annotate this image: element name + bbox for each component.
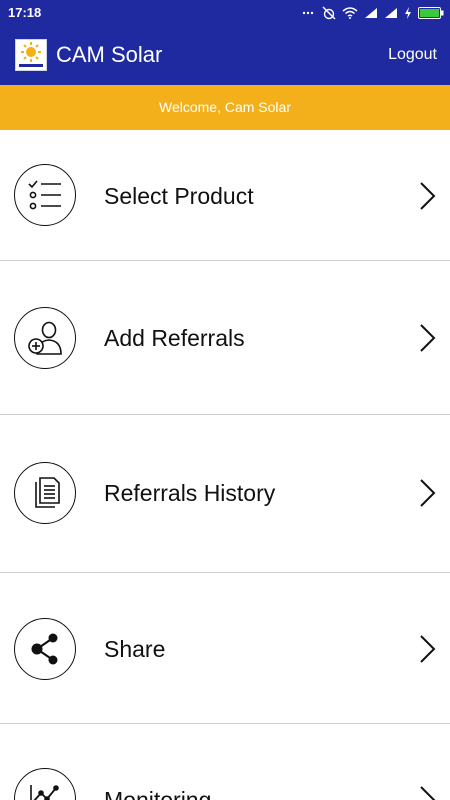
menu-item-label: Share (104, 636, 166, 662)
add-user-icon (14, 307, 76, 369)
battery-icon (418, 6, 444, 19)
menu-item-select-product[interactable]: Select Product (0, 130, 450, 260)
cell-signal-icon (384, 7, 398, 19)
signal-icon (302, 7, 316, 19)
wifi-icon (342, 6, 358, 19)
menu-item-label: Add Referrals (104, 325, 245, 351)
menu-item-label: Select Product (104, 183, 254, 209)
menu-item-referrals-history[interactable]: Referrals History (0, 415, 450, 572)
cam-solar-logo (15, 39, 47, 71)
menu-item-share[interactable]: Share (0, 573, 450, 723)
status-time: 17:18 (8, 5, 42, 20)
share-icon (14, 618, 76, 680)
menu-item-add-referrals[interactable]: Add Referrals (0, 261, 450, 414)
charging-icon (404, 6, 412, 19)
chevron-right-icon (418, 478, 436, 513)
app-title: CAM Solar (56, 42, 163, 67)
logout-button[interactable]: Logout (388, 45, 437, 65)
status-icons (302, 4, 444, 21)
line-chart-icon (14, 768, 76, 800)
chevron-right-icon (418, 181, 436, 216)
checklist-icon (14, 164, 76, 226)
menu-item-label: Referrals History (104, 480, 276, 506)
chevron-right-icon (418, 323, 436, 358)
chevron-right-icon (418, 785, 436, 800)
menu-item-monitoring[interactable]: Monitoring (0, 724, 450, 800)
app-bar: CAM Solar Logout (0, 25, 450, 85)
welcome-banner: Welcome, Cam Solar (0, 85, 450, 130)
documents-icon (14, 462, 76, 524)
cell-signal-icon (364, 7, 378, 19)
status-bar: 17:18 (0, 0, 450, 25)
alarm-off-icon (322, 6, 336, 20)
menu-item-label: Monitoring (104, 787, 212, 800)
chevron-right-icon (418, 634, 436, 669)
